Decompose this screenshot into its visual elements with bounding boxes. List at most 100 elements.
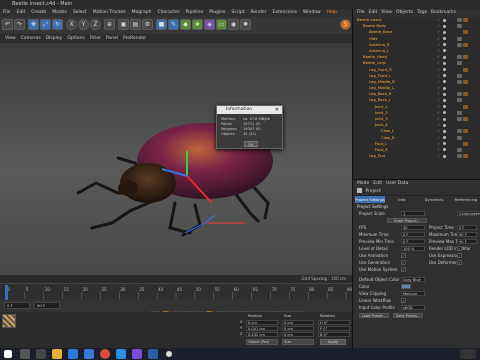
- object-name[interactable]: Leg_End: [369, 153, 385, 159]
- load-preset-button[interactable]: Load Preset...: [359, 313, 389, 318]
- menu-motion-tracker[interactable]: Motion Tracker: [93, 10, 126, 15]
- enabled-check-icon[interactable]: ✓: [437, 153, 440, 159]
- viewport-menu-cameras[interactable]: Cameras: [21, 36, 41, 41]
- menu-plugins[interactable]: Plugins: [209, 10, 225, 15]
- search-icon[interactable]: [20, 349, 30, 359]
- tag-icon[interactable]: [457, 147, 462, 152]
- enabled-check-icon[interactable]: ✓: [437, 60, 440, 66]
- material-tag-icon[interactable]: [463, 141, 468, 146]
- render-picture-viewer-icon[interactable]: ▤: [130, 19, 141, 30]
- scale-tool-icon[interactable]: ⤢: [40, 19, 51, 30]
- tag-icon[interactable]: [457, 98, 462, 103]
- object-name[interactable]: Beetle Insect: [357, 17, 382, 23]
- checkbox[interactable]: ✓: [401, 253, 406, 258]
- tag-icon[interactable]: [457, 24, 462, 29]
- tag-icon[interactable]: [457, 135, 462, 140]
- attr-field[interactable]: 0 F: [457, 225, 477, 230]
- enabled-check-icon[interactable]: ✓: [437, 67, 440, 73]
- visibility-dot-icon[interactable]: [443, 74, 446, 78]
- checkbox[interactable]: ✓: [457, 246, 462, 251]
- coordinate-system-icon[interactable]: ⊕: [104, 19, 115, 30]
- material-tag-icon[interactable]: [463, 67, 468, 72]
- viewport-menu-view[interactable]: View: [5, 36, 16, 41]
- mail-icon[interactable]: [68, 349, 78, 359]
- timeline[interactable]: 0 5 10 15 20 25 30 35 40 45 50 55 60 65 70 75 80 85 90: [0, 283, 353, 300]
- am-menu-mode[interactable]: Mode: [357, 181, 369, 186]
- file-explorer-icon[interactable]: [52, 349, 62, 359]
- material-tag-icon[interactable]: [463, 154, 468, 159]
- coord-size-select[interactable]: Size: [282, 339, 314, 345]
- undo-icon[interactable]: ↶: [2, 19, 13, 30]
- visibility-dot-icon[interactable]: [443, 142, 446, 146]
- attr-dropdown[interactable]: Medium: [401, 291, 425, 296]
- save-preset-button[interactable]: Save Preset...: [393, 313, 423, 318]
- cinema4d-taskbar-icon[interactable]: [164, 349, 174, 359]
- checkbox[interactable]: ✓: [457, 253, 462, 258]
- menu-script[interactable]: Script: [231, 10, 244, 15]
- enabled-check-icon[interactable]: ✓: [437, 23, 440, 29]
- object-name[interactable]: Antenna_R: [369, 42, 390, 48]
- checkbox[interactable]: ✓: [401, 298, 406, 303]
- redo-icon[interactable]: ↷: [14, 19, 25, 30]
- object-name[interactable]: Antenna_L: [369, 48, 389, 54]
- move-tool-icon[interactable]: ✥: [28, 19, 39, 30]
- edge-icon[interactable]: [116, 349, 126, 359]
- menu-create[interactable]: Create: [31, 10, 46, 15]
- viewport-menu-display[interactable]: Display: [46, 36, 63, 41]
- array-icon[interactable]: ❖: [192, 19, 203, 30]
- coord-field[interactable]: H 0°: [318, 320, 350, 325]
- visibility-dot-icon[interactable]: [443, 117, 446, 121]
- coord-field[interactable]: 0 cm: [282, 320, 314, 325]
- app-icon[interactable]: [132, 349, 142, 359]
- enabled-check-icon[interactable]: ✓: [437, 128, 440, 134]
- attr-subtab[interactable]: Project Settings: [355, 196, 385, 203]
- close-icon[interactable]: ✕: [275, 106, 279, 114]
- attr-subtab[interactable]: Info: [387, 196, 417, 203]
- object-name[interactable]: Leg_Back_R: [369, 91, 391, 97]
- visibility-dot-icon[interactable]: [443, 136, 446, 140]
- scale-project-button[interactable]: Scale Project...: [387, 218, 427, 223]
- ok-button[interactable]: OK: [244, 141, 258, 147]
- pen-spline-icon[interactable]: ✎: [168, 19, 179, 30]
- object-name[interactable]: Leg_Front_L: [369, 73, 391, 79]
- coord-mode-select[interactable]: Object (Rel): [246, 339, 278, 345]
- visibility-dot-icon[interactable]: [443, 86, 446, 90]
- visibility-dot-icon[interactable]: [443, 129, 446, 133]
- visibility-dot-icon[interactable]: [443, 92, 446, 96]
- visibility-dot-icon[interactable]: [443, 30, 446, 34]
- menu-edit[interactable]: Edit: [17, 10, 26, 15]
- material-swatch[interactable]: [2, 314, 16, 328]
- viewport-menu-prorender[interactable]: ProRender: [123, 36, 146, 41]
- visibility-dot-icon[interactable]: [443, 148, 446, 152]
- object-name[interactable]: Hide: [369, 36, 378, 42]
- enabled-check-icon[interactable]: ✓: [437, 147, 440, 153]
- visibility-dot-icon[interactable]: [443, 18, 446, 22]
- menu-pipeline[interactable]: Pipeline: [186, 10, 204, 15]
- material-tag-icon[interactable]: [463, 42, 468, 47]
- playhead[interactable]: [5, 285, 8, 300]
- menu-modes[interactable]: Modes: [52, 10, 67, 15]
- om-menu-objects[interactable]: Objects: [396, 10, 413, 15]
- menu-window[interactable]: Window: [303, 10, 321, 15]
- enabled-check-icon[interactable]: ✓: [437, 17, 440, 23]
- visibility-dot-icon[interactable]: [443, 68, 446, 71]
- enabled-check-icon[interactable]: ✓: [437, 116, 440, 122]
- floor-icon[interactable]: ▭: [216, 19, 227, 30]
- enabled-check-icon[interactable]: ✓: [437, 42, 440, 48]
- start-frame-field[interactable]: 0 F: [4, 302, 30, 309]
- menu-character[interactable]: Character: [157, 10, 179, 15]
- enabled-check-icon[interactable]: ✓: [437, 122, 440, 128]
- enabled-check-icon[interactable]: ✓: [437, 36, 440, 42]
- attr-field[interactable]: 100 %: [401, 246, 425, 251]
- object-name[interactable]: Beetle_Head: [363, 54, 387, 60]
- visibility-dot-icon[interactable]: [443, 105, 446, 109]
- coord-field[interactable]: 0 cm: [246, 320, 278, 325]
- viewport-menu-panel[interactable]: Panel: [106, 36, 118, 41]
- enabled-check-icon[interactable]: ✓: [437, 135, 440, 141]
- material-tag-icon[interactable]: [463, 18, 468, 22]
- object-name[interactable]: Leg_Back_L: [369, 97, 391, 103]
- tag-icon[interactable]: [457, 36, 462, 41]
- object-name[interactable]: Beetle_Legs: [363, 60, 386, 66]
- cube-icon[interactable]: ■: [156, 19, 167, 30]
- enabled-check-icon[interactable]: ✓: [437, 79, 440, 85]
